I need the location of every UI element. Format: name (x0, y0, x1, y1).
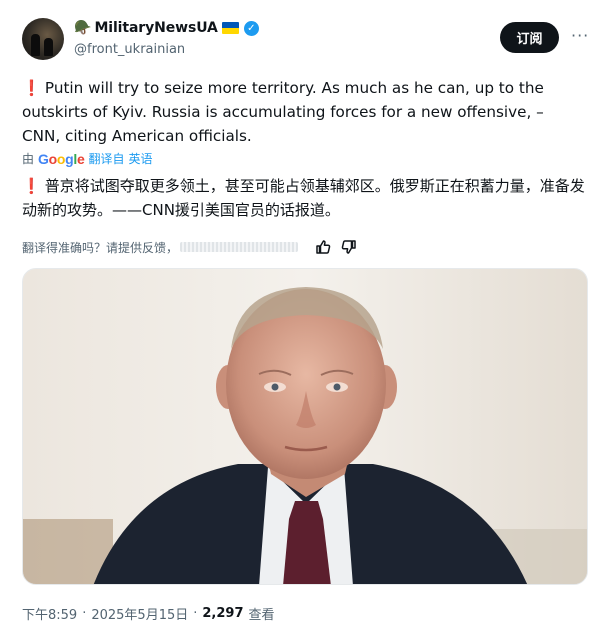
tweet-text-en: Putin will try to seize more territory. … (22, 79, 544, 145)
feedback-prompt: 翻译得准确吗？请提供反馈， (22, 240, 179, 255)
avatar-figure (31, 34, 40, 56)
source-language-label[interactable]: 英语 (129, 150, 153, 167)
views-label: 查看 (248, 608, 275, 623)
author-handle[interactable]: @front_ukrainian (74, 42, 185, 57)
thumbs-down-icon[interactable] (340, 238, 358, 256)
tweet-photo[interactable] (22, 268, 588, 585)
tweet-time[interactable]: 下午8:59 (22, 604, 77, 623)
author-name-row[interactable]: 🪖 MilitaryNewsUA ✓ (74, 20, 259, 36)
translated-by-label: 由 (22, 152, 35, 166)
translation-feedback: 翻译得准确吗？请提供反馈， (22, 238, 358, 256)
translation-attribution: 由 Google 翻译自 英语 (22, 150, 153, 167)
separator: · (82, 606, 87, 621)
google-logo[interactable]: Google (38, 151, 85, 167)
avatar-figure (44, 38, 53, 56)
author-display-name[interactable]: MilitaryNewsUA (94, 20, 217, 36)
tweet-text-original: ❗ Putin will try to seize more territory.… (22, 76, 582, 148)
more-options-icon[interactable]: ··· (571, 26, 589, 45)
red-exclamation-icon: ❗ (22, 79, 41, 97)
follow-button[interactable]: 订阅 (500, 22, 559, 53)
tweet-text-zh: 普京将试图夺取更多领土，甚至可能占领基辅郊区。俄罗斯正在积蓄力量，准备发动新的攻… (22, 177, 585, 219)
tweet-metadata: 下午8:59 · 2025年5月15日 · 2,297 查看 (22, 604, 275, 623)
ukraine-flag-icon (221, 22, 239, 34)
blurred-text (180, 242, 299, 252)
views-count: 2,297 (202, 606, 244, 621)
translated-from-label[interactable]: 翻译自 (89, 150, 125, 167)
separator: · (193, 606, 198, 621)
verified-badge-icon[interactable]: ✓ (243, 20, 259, 36)
photo-portrait (23, 269, 587, 584)
military-helmet-icon: 🪖 (74, 20, 92, 36)
tweet-text-translated: ❗ 普京将试图夺取更多领土，甚至可能占领基辅郊区。俄罗斯正在积蓄力量，准备发动新的… (22, 174, 592, 222)
red-exclamation-icon: ❗ (22, 177, 41, 195)
tweet-date[interactable]: 2025年5月15日 (91, 604, 188, 623)
thumbs-up-icon[interactable] (314, 238, 332, 256)
author-avatar[interactable] (22, 18, 64, 60)
